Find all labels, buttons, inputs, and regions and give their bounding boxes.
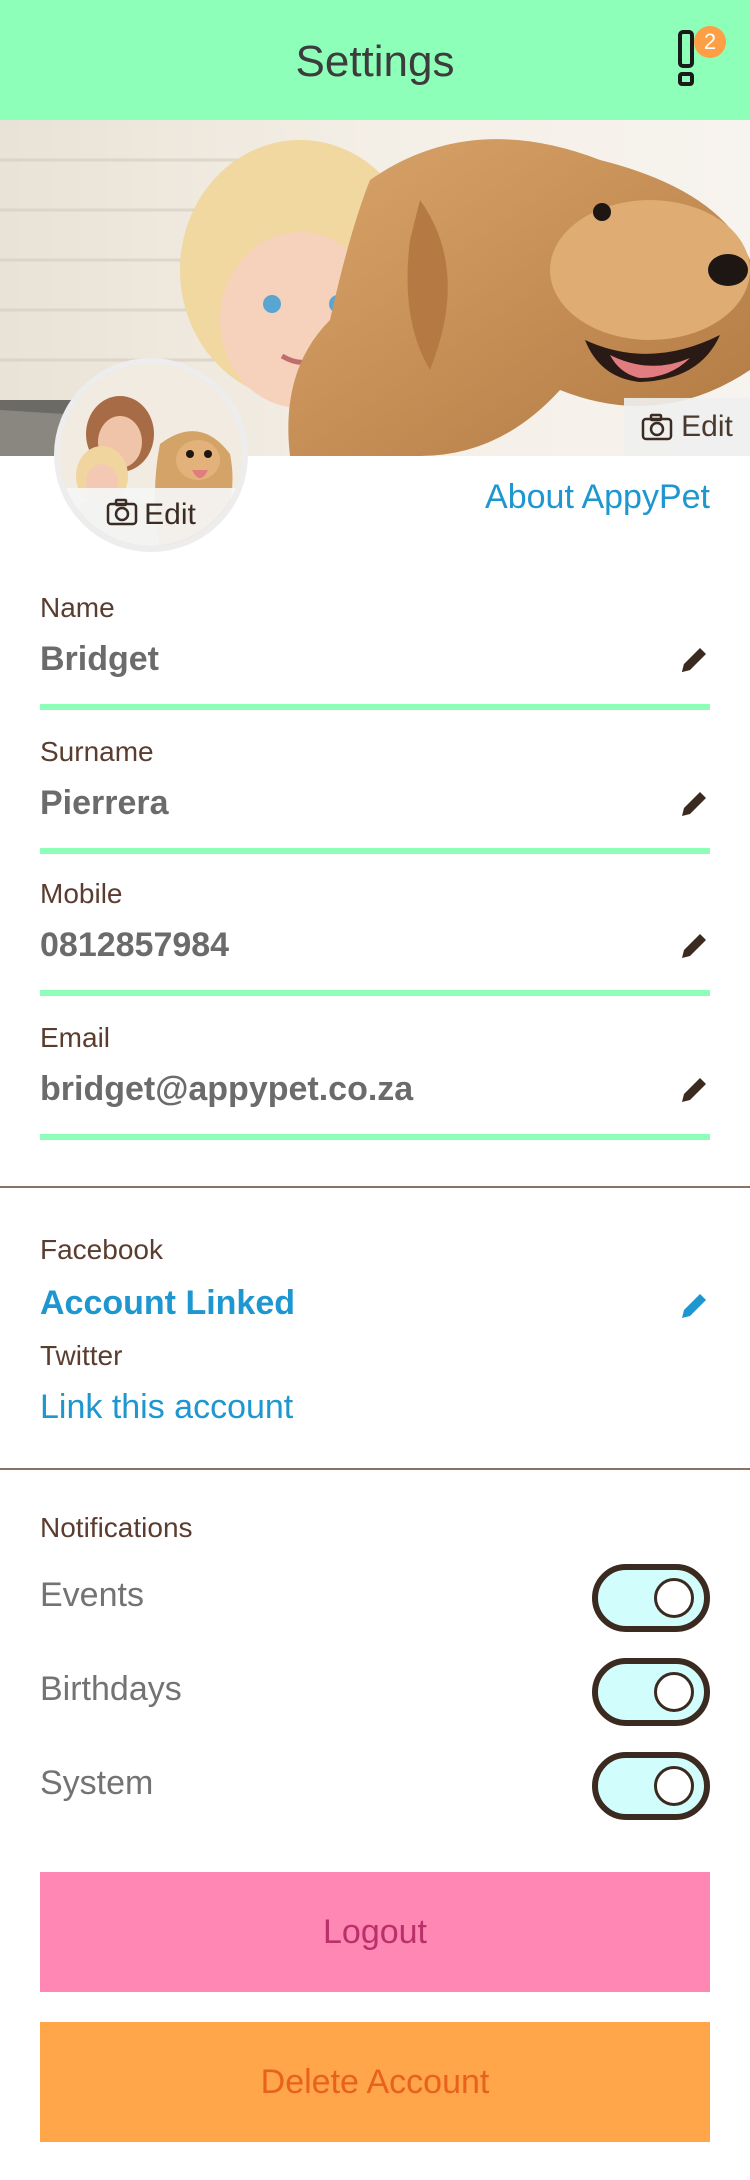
field-underline bbox=[40, 990, 710, 996]
field-label: Mobile bbox=[40, 878, 123, 909]
field-label: Surname bbox=[40, 736, 154, 767]
cover-edit-button[interactable]: Edit bbox=[624, 398, 750, 456]
mobile-field[interactable]: Mobile 0812857984 bbox=[40, 878, 710, 998]
pencil-icon[interactable] bbox=[678, 644, 710, 676]
field-value: bridget@appypet.co.za bbox=[40, 1070, 414, 1108]
name-field[interactable]: Name Bridget bbox=[40, 592, 710, 712]
notifications-title: Notifications bbox=[40, 1512, 193, 1543]
field-value: Bridget bbox=[40, 640, 159, 678]
avatar: Edit bbox=[54, 358, 248, 552]
facebook-status: Account Linked bbox=[40, 1284, 296, 1322]
avatar-edit-label: Edit bbox=[144, 498, 196, 531]
system-toggle-row: System bbox=[40, 1752, 710, 1820]
toggle-label: System bbox=[40, 1764, 154, 1802]
pencil-icon[interactable] bbox=[678, 1074, 710, 1106]
system-toggle[interactable] bbox=[592, 1752, 710, 1820]
field-value: Pierrera bbox=[40, 784, 169, 822]
toggle-knob bbox=[654, 1766, 694, 1806]
toggle-knob bbox=[654, 1672, 694, 1712]
avatar-edit-button[interactable]: Edit bbox=[60, 488, 242, 546]
field-label: Name bbox=[40, 592, 115, 623]
field-underline bbox=[40, 1134, 710, 1140]
birthdays-toggle[interactable] bbox=[592, 1658, 710, 1726]
field-underline bbox=[40, 848, 710, 854]
field-underline bbox=[40, 704, 710, 710]
birthdays-toggle-row: Birthdays bbox=[40, 1658, 710, 1726]
delete-account-button[interactable]: Delete Account bbox=[40, 2022, 710, 2142]
about-appypet-link[interactable]: About AppyPet bbox=[485, 478, 710, 517]
pencil-icon[interactable] bbox=[678, 930, 710, 962]
surname-field[interactable]: Surname Pierrera bbox=[40, 736, 710, 856]
logout-button[interactable]: Logout bbox=[40, 1872, 710, 1992]
toggle-label: Events bbox=[40, 1576, 144, 1614]
events-toggle[interactable] bbox=[592, 1564, 710, 1632]
toggle-label: Birthdays bbox=[40, 1670, 182, 1708]
camera-icon bbox=[106, 498, 138, 526]
section-divider bbox=[0, 1468, 750, 1470]
page-title: Settings bbox=[295, 37, 455, 86]
field-value: 0812857984 bbox=[40, 926, 230, 964]
twitter-link-button[interactable]: Link this account bbox=[40, 1388, 293, 1427]
facebook-label: Facebook bbox=[40, 1234, 163, 1265]
pencil-icon[interactable] bbox=[678, 1290, 710, 1322]
pencil-icon[interactable] bbox=[678, 788, 710, 820]
toggle-knob bbox=[654, 1578, 694, 1618]
top-bar: Settings 2 bbox=[0, 0, 750, 120]
section-divider bbox=[0, 1186, 750, 1188]
twitter-label: Twitter bbox=[40, 1340, 123, 1371]
events-toggle-row: Events bbox=[40, 1564, 710, 1632]
notification-badge: 2 bbox=[694, 26, 726, 58]
cover-edit-label: Edit bbox=[681, 410, 733, 443]
email-field[interactable]: Email bridget@appypet.co.za bbox=[40, 1022, 710, 1142]
camera-icon bbox=[641, 413, 673, 441]
notifications-button[interactable]: 2 bbox=[668, 22, 728, 102]
field-label: Email bbox=[40, 1022, 111, 1053]
